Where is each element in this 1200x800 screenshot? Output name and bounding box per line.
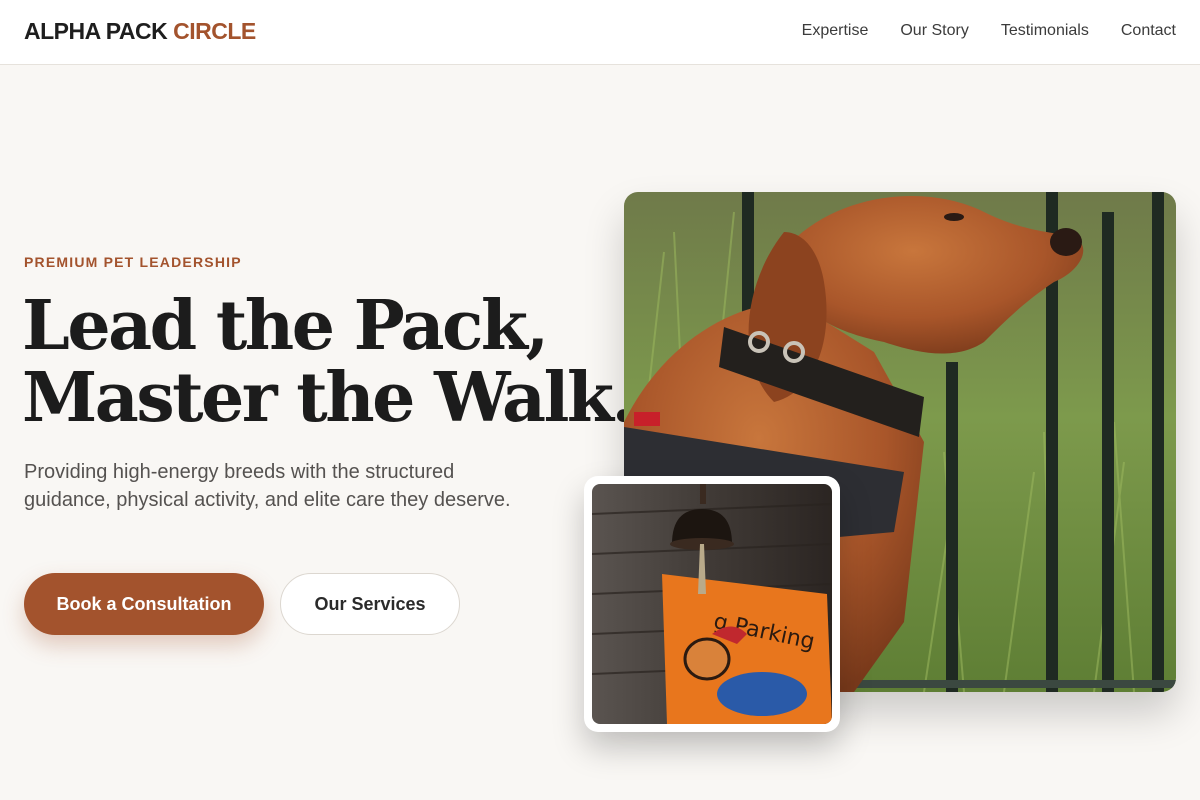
our-services-button[interactable]: Our Services bbox=[280, 573, 460, 635]
headline-line-1: Lead the Pack, bbox=[22, 286, 549, 366]
hero-headline: Lead the Pack, Master the Walk. bbox=[22, 286, 635, 438]
nav-link-contact[interactable]: Contact bbox=[1121, 22, 1176, 40]
logo-accent: CIRCLE bbox=[173, 18, 256, 44]
logo-primary: ALPHA PACK bbox=[24, 18, 168, 44]
inset-photo-frame: g Parking bbox=[584, 476, 840, 732]
nav-link-our-story[interactable]: Our Story bbox=[900, 22, 968, 40]
headline-line-2: Master the Walk. bbox=[22, 358, 635, 438]
nav-link-expertise[interactable]: Expertise bbox=[802, 22, 869, 40]
site-header: ALPHA PACK CIRCLE Expertise Our Story Te… bbox=[0, 0, 1200, 65]
nav-link-testimonials[interactable]: Testimonials bbox=[1001, 22, 1089, 40]
main-nav: Expertise Our Story Testimonials Contact bbox=[802, 22, 1176, 40]
hero-subtitle: Providing high-energy breeds with the st… bbox=[24, 461, 511, 511]
site-logo[interactable]: ALPHA PACK CIRCLE bbox=[24, 18, 256, 45]
hero-eyebrow: PREMIUM PET LEADERSHIP bbox=[24, 254, 242, 270]
dog-parking-sign-photo: g Parking bbox=[592, 484, 832, 724]
book-consultation-button[interactable]: Book a Consultation bbox=[24, 573, 264, 635]
